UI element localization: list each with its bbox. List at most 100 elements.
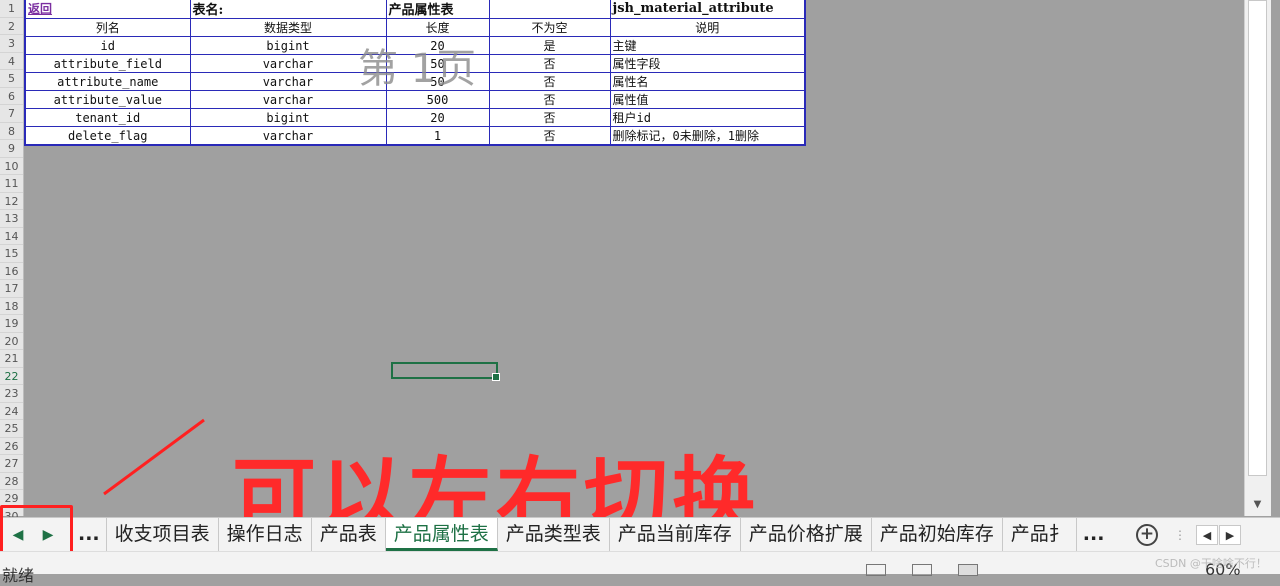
row-number[interactable]: 6 (0, 88, 23, 105)
scroll-right-icon[interactable]: ▶ (1219, 525, 1241, 545)
table-cell: bigint (189, 36, 387, 55)
normal-view-icon[interactable] (866, 564, 886, 576)
table-cell: varchar (189, 54, 387, 73)
empty-cell (488, 0, 611, 19)
row-number[interactable]: 22 (0, 368, 23, 385)
sheet-tab[interactable]: 产品价格扩展 (741, 518, 872, 551)
column-header: 不为空 (488, 18, 611, 37)
table-cell: attribute_name (24, 72, 191, 91)
data-table: 返回 表名: 产品属性表 jsh_material_attribute 列名 数… (24, 0, 806, 146)
tab-overflow-left[interactable]: ... (72, 518, 107, 551)
table-cell: 20 (385, 36, 490, 55)
column-header: 长度 (385, 18, 490, 37)
table-row: attribute_field varchar 50 否属性字段 (24, 54, 806, 73)
page-layout-icon[interactable] (912, 564, 932, 576)
more-options-icon[interactable]: ⋮ (1174, 528, 1186, 542)
row-number[interactable]: 17 (0, 280, 23, 298)
table-cell: 属性名 (609, 72, 806, 91)
table-name-label: 表名: (189, 0, 387, 19)
table-cell: tenant_id (24, 108, 191, 127)
row-number[interactable]: 26 (0, 438, 23, 455)
sheet-tab[interactable]: 产品类型表 (498, 518, 610, 551)
row-number[interactable]: 14 (0, 228, 23, 245)
table-cell: 属性值 (609, 90, 806, 109)
scrollbar-thumb[interactable] (1248, 0, 1267, 476)
row-number[interactable]: 28 (0, 473, 23, 490)
tab-overflow-right[interactable]: ... (1077, 518, 1111, 551)
row-number[interactable]: 11 (0, 175, 23, 193)
table-cell: delete_flag (24, 126, 191, 146)
table-cell: attribute_field (24, 54, 191, 73)
row-number[interactable]: 1 (0, 0, 23, 18)
sheet-tab[interactable]: 产品初始库存 (872, 518, 1003, 551)
table-cell: 500 (385, 90, 490, 109)
sheet-tab[interactable]: 收支项目表 (107, 518, 219, 551)
row-number[interactable]: 19 (0, 315, 23, 333)
column-header: 数据类型 (189, 18, 387, 37)
table-cell: 20 (385, 108, 490, 127)
db-table-name: jsh_material_attribute (609, 0, 806, 19)
table-cell: 否 (488, 72, 611, 91)
table-row: attribute_name varchar 50 否属性名 (24, 72, 806, 91)
row-number[interactable]: 25 (0, 420, 23, 438)
sheet-tab-bar: ◀ ▶ ... 收支项目表 操作日志 产品表 产品属性表 产品类型表 产品当前库存 产品价格… (0, 517, 1280, 551)
row-number[interactable]: 7 (0, 105, 23, 123)
row-number[interactable]: 20 (0, 333, 23, 350)
sheet-tab[interactable]: 产品当前库存 (610, 518, 741, 551)
column-header-row: 列名 数据类型 长度 不为空 说明 (24, 18, 806, 37)
column-header: 列名 (24, 18, 191, 37)
annotation-arrow (103, 418, 205, 496)
status-bar: 就绪 60% CSDN @干啥啥不行！ (0, 551, 1280, 585)
table-cell: attribute_value (24, 90, 191, 109)
row-number[interactable]: 13 (0, 210, 23, 228)
row-number[interactable]: 23 (0, 385, 23, 403)
table-cell: varchar (189, 90, 387, 109)
row-number[interactable]: 3 (0, 35, 23, 53)
row-number[interactable]: 2 (0, 18, 23, 35)
plus-circle-icon[interactable]: + (1136, 524, 1158, 546)
sheet-tab[interactable]: 操作日志 (219, 518, 312, 551)
row-number[interactable]: 18 (0, 298, 23, 315)
table-cell: 1 (385, 126, 490, 146)
row-number[interactable]: 24 (0, 403, 23, 420)
scroll-left-icon[interactable]: ◀ (1196, 525, 1218, 545)
sheet-tab[interactable]: 产品表 (312, 518, 386, 551)
table-cell: 否 (488, 54, 611, 73)
row-number[interactable]: 21 (0, 350, 23, 368)
scroll-down-icon[interactable]: ▼ (1248, 496, 1267, 514)
table-row: attribute_value varchar 500 否属性值 (24, 90, 806, 109)
back-link[interactable]: 返回 (24, 0, 191, 19)
page-break-view-icon[interactable] (958, 564, 978, 576)
status-ready: 就绪 (2, 566, 35, 585)
row-number[interactable]: 9 (0, 140, 23, 158)
table-row: delete_flag varchar 1 否删除标记，0未删除，1删除 (24, 126, 806, 146)
table-cell: 主键 (609, 36, 806, 55)
table-cell: 是 (488, 36, 611, 55)
column-header: 说明 (609, 18, 806, 37)
row-number[interactable]: 12 (0, 193, 23, 210)
row-number[interactable]: 8 (0, 123, 23, 140)
table-cell: 属性字段 (609, 54, 806, 73)
table-row: id bigint 20 是主键 (24, 36, 806, 55)
fill-handle[interactable] (492, 373, 500, 381)
row-number[interactable]: 15 (0, 245, 23, 263)
row-number[interactable]: 16 (0, 263, 23, 280)
row-number[interactable]: 10 (0, 158, 23, 175)
table-name: 产品属性表 (385, 0, 490, 19)
row-number[interactable]: 5 (0, 70, 23, 88)
table-cell: 租户id (609, 108, 806, 127)
table-cell: bigint (189, 108, 387, 127)
selected-cell[interactable] (391, 362, 500, 381)
row-number[interactable]: 4 (0, 53, 23, 70)
table-cell: varchar (189, 72, 387, 91)
row-headers: 1 2 3 4 5 6 7 8 9 10 11 12 13 14 15 16 17 18 19 20 21 22 23 24 2… (0, 0, 24, 525)
table-cell: 否 (488, 126, 611, 146)
table-cell: 否 (488, 90, 611, 109)
vertical-scrollbar[interactable]: ▼ (1244, 0, 1271, 516)
table-row: tenant_id bigint 20 否租户id (24, 108, 806, 127)
sheet-tab[interactable]: 产品扌 (1003, 518, 1077, 551)
sheet-tab[interactable]: 产品属性表 (385, 518, 498, 551)
csdn-watermark: CSDN @干啥啥不行！ (1155, 557, 1267, 570)
row-number[interactable]: 27 (0, 455, 23, 473)
table-cell: id (24, 36, 191, 55)
